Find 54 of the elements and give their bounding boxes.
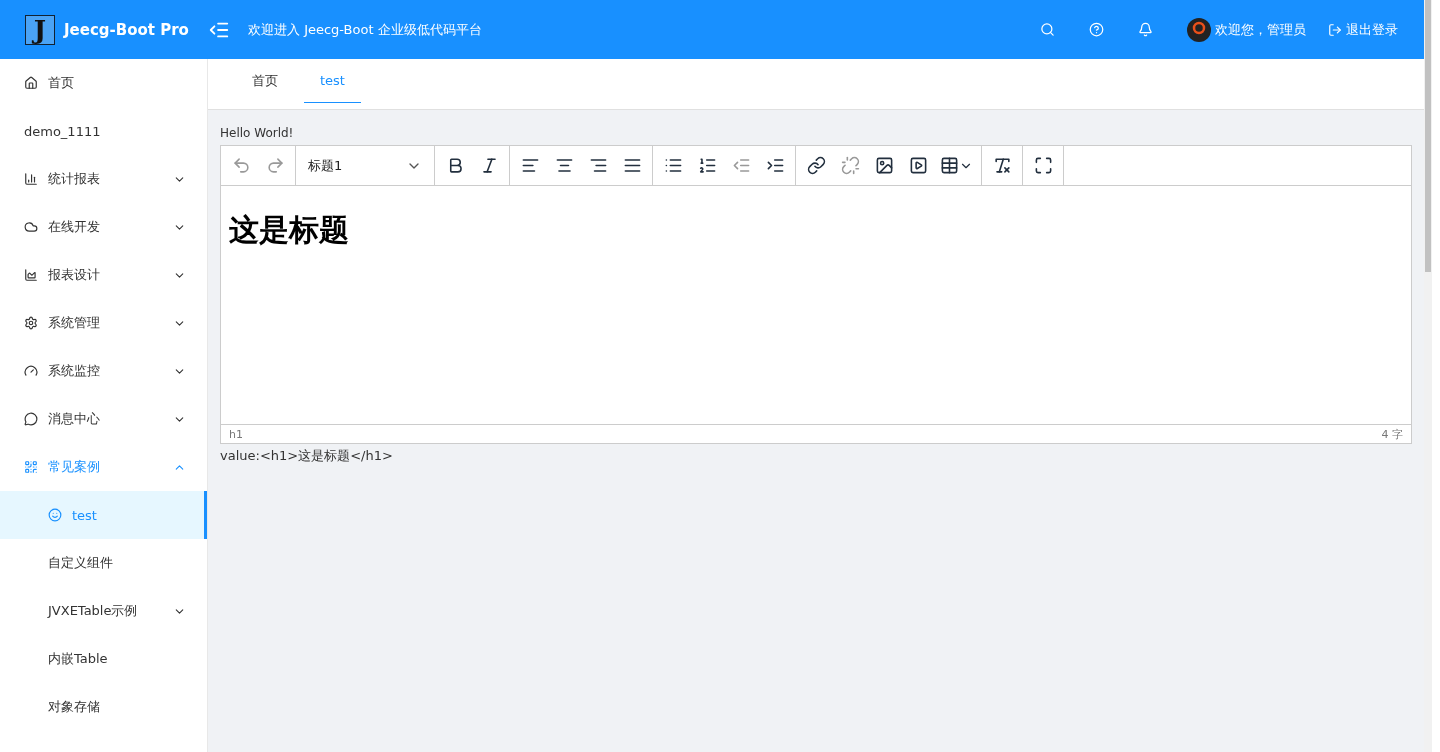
link-icon	[806, 156, 826, 175]
block-format-dropdown[interactable]: 标题1	[300, 150, 430, 181]
undo-icon	[231, 156, 251, 175]
chat-bubble-icon	[24, 412, 38, 426]
grid-icon	[24, 460, 38, 474]
menu-item[interactable]: 报表设计	[0, 251, 207, 299]
cloud-icon	[24, 220, 38, 234]
gauge-icon	[24, 364, 38, 378]
heading-text: 这是标题	[229, 211, 350, 249]
menu-item[interactable]: 对象存储	[0, 683, 207, 731]
menu-item[interactable]: 系统监控	[0, 347, 207, 395]
indent-icon	[765, 156, 785, 175]
area-chart-icon	[24, 268, 38, 282]
align-center-icon	[554, 156, 574, 175]
align-right-icon	[588, 156, 608, 175]
help-icon[interactable]	[1089, 22, 1104, 37]
gear-icon	[24, 316, 38, 330]
search-icon[interactable]	[1040, 22, 1055, 37]
media-icon	[908, 156, 928, 175]
welcome-text: 欢迎进入 Jeecg-Boot 企业级低代码平台	[248, 20, 482, 39]
menu-item[interactable]: 首页	[0, 59, 207, 107]
menu-item[interactable]: 统计报表	[0, 155, 207, 203]
unlink-icon	[840, 156, 860, 175]
menu-item[interactable]: 在线开发	[0, 203, 207, 251]
menu-item[interactable]: 消息中心	[0, 395, 207, 443]
logo: J	[25, 14, 55, 45]
scrollbar[interactable]	[1424, 0, 1432, 752]
field-label: Hello World!	[220, 126, 295, 142]
avatar	[1187, 17, 1211, 42]
image-icon	[874, 156, 894, 175]
word-count: 4 字	[1381, 426, 1403, 442]
align-left-icon	[520, 156, 540, 175]
fullscreen-icon	[1033, 156, 1053, 175]
clear-format-icon	[992, 156, 1012, 175]
app-title: Jeecg-Boot Pro	[64, 20, 189, 39]
menu-item[interactable]: 内嵌Table	[0, 635, 207, 683]
menu-item[interactable]: 自定义组件	[0, 539, 207, 587]
smile-icon	[48, 508, 62, 522]
bar-chart-icon	[24, 172, 38, 186]
redo-icon	[265, 156, 285, 175]
outdent-icon	[731, 156, 751, 175]
justify-icon	[622, 156, 642, 175]
table-icon	[940, 156, 959, 175]
menu-item[interactable]: demo_1111	[0, 107, 207, 155]
tab[interactable]: 首页	[236, 59, 294, 103]
element-path: h1	[229, 427, 243, 441]
logout-icon	[1328, 22, 1342, 37]
menu-item[interactable]: JVXETable示例	[0, 587, 207, 635]
home-icon	[24, 76, 38, 90]
bell-icon[interactable]	[1138, 22, 1153, 37]
value-text: value:<h1>这是标题</h1>	[220, 447, 394, 465]
numbered-list-icon	[697, 156, 717, 175]
bullet-list-icon	[663, 156, 683, 175]
menu-item[interactable]: 系统管理	[0, 299, 207, 347]
